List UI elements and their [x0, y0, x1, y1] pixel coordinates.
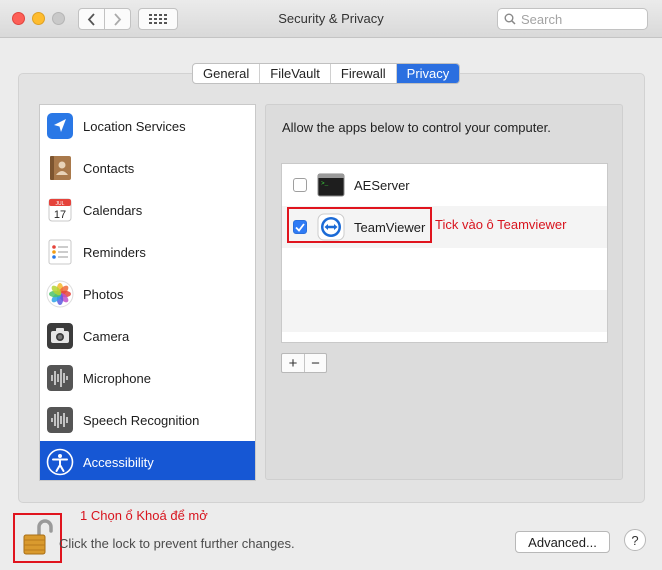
sidebar-item-microphone[interactable]: Microphone	[40, 357, 255, 399]
sidebar-item-camera[interactable]: Camera	[40, 315, 255, 357]
sidebar-item-label: Reminders	[83, 244, 146, 260]
reminders-list-icon	[46, 238, 74, 266]
contacts-book-icon	[46, 154, 74, 182]
lock-annotation: 1 Chọn ổ Khoá để mở	[80, 508, 208, 523]
sidebar-item-label: Accessibility	[83, 454, 154, 470]
tab-firewall[interactable]: Firewall	[331, 64, 397, 83]
remove-app-button[interactable]: −	[304, 354, 326, 372]
app-row-aeserver[interactable]: >_ AEServer	[282, 164, 607, 206]
microphone-waveform-icon	[46, 364, 74, 392]
photos-flower-icon	[46, 280, 74, 308]
sidebar-item-label: Camera	[83, 328, 130, 344]
teamviewer-annotation: Tick vào ô Teamviewer	[435, 217, 567, 232]
aeserver-checkbox[interactable]	[293, 178, 307, 192]
teamviewer-highlight-box	[287, 207, 432, 243]
advanced-button[interactable]: Advanced...	[515, 531, 610, 553]
sidebar-item-label: Microphone	[83, 370, 151, 386]
add-app-button[interactable]: +	[282, 354, 304, 372]
tab-filevault[interactable]: FileVault	[260, 64, 331, 83]
sidebar-item-accessibility[interactable]: Accessibility	[40, 441, 255, 480]
sidebar-item-label: Contacts	[83, 160, 135, 176]
calendar-day-text: 17	[54, 209, 66, 221]
privacy-category-list: Location Services Contacts JUL 17 Calenda…	[39, 104, 256, 481]
sidebar-item-speech-recognition[interactable]: Speech Recognition	[40, 399, 255, 441]
sidebar-item-calendars[interactable]: JUL 17 Calendars	[40, 189, 255, 231]
sidebar-item-label: Photos	[83, 286, 124, 302]
app-list: >_ AEServer TeamViewer	[281, 163, 608, 343]
camera-icon	[46, 322, 74, 350]
location-arrow-icon	[46, 112, 74, 140]
lock-status-text: Click the lock to prevent further change…	[59, 536, 295, 551]
tab-general[interactable]: General	[193, 64, 261, 83]
help-button[interactable]: ?	[624, 529, 646, 551]
empty-row	[282, 248, 607, 290]
instructions-text: Allow the apps below to control your com…	[282, 120, 551, 135]
tab-bar: General FileVault Firewall Privacy	[192, 63, 461, 84]
search-input[interactable]	[521, 11, 641, 27]
lock-icon[interactable]	[19, 518, 55, 558]
tab-privacy[interactable]: Privacy	[396, 64, 460, 83]
sidebar-item-label: Speech Recognition	[83, 412, 200, 428]
sidebar-item-label: Location Services	[83, 118, 186, 134]
empty-row	[282, 290, 607, 332]
sidebar-item-location-services[interactable]: Location Services	[40, 105, 255, 147]
sidebar-item-label: Calendars	[83, 202, 143, 218]
search-icon	[504, 13, 516, 25]
sidebar-item-contacts[interactable]: Contacts	[40, 147, 255, 189]
accessibility-person-icon	[46, 448, 74, 476]
add-remove-control: + −	[281, 353, 327, 373]
sidebar-item-reminders[interactable]: Reminders	[40, 231, 255, 273]
svg-text:>_: >_	[321, 180, 329, 187]
title-bar: Security & Privacy	[0, 0, 662, 38]
calendar-month-text: JUL	[56, 201, 65, 207]
search-field[interactable]	[497, 8, 648, 30]
calendar-icon: JUL 17	[46, 196, 74, 224]
app-name: AEServer	[354, 177, 410, 193]
terminal-app-icon: >_	[317, 171, 345, 199]
sidebar-item-photos[interactable]: Photos	[40, 273, 255, 315]
speech-waveform-icon	[46, 406, 74, 434]
